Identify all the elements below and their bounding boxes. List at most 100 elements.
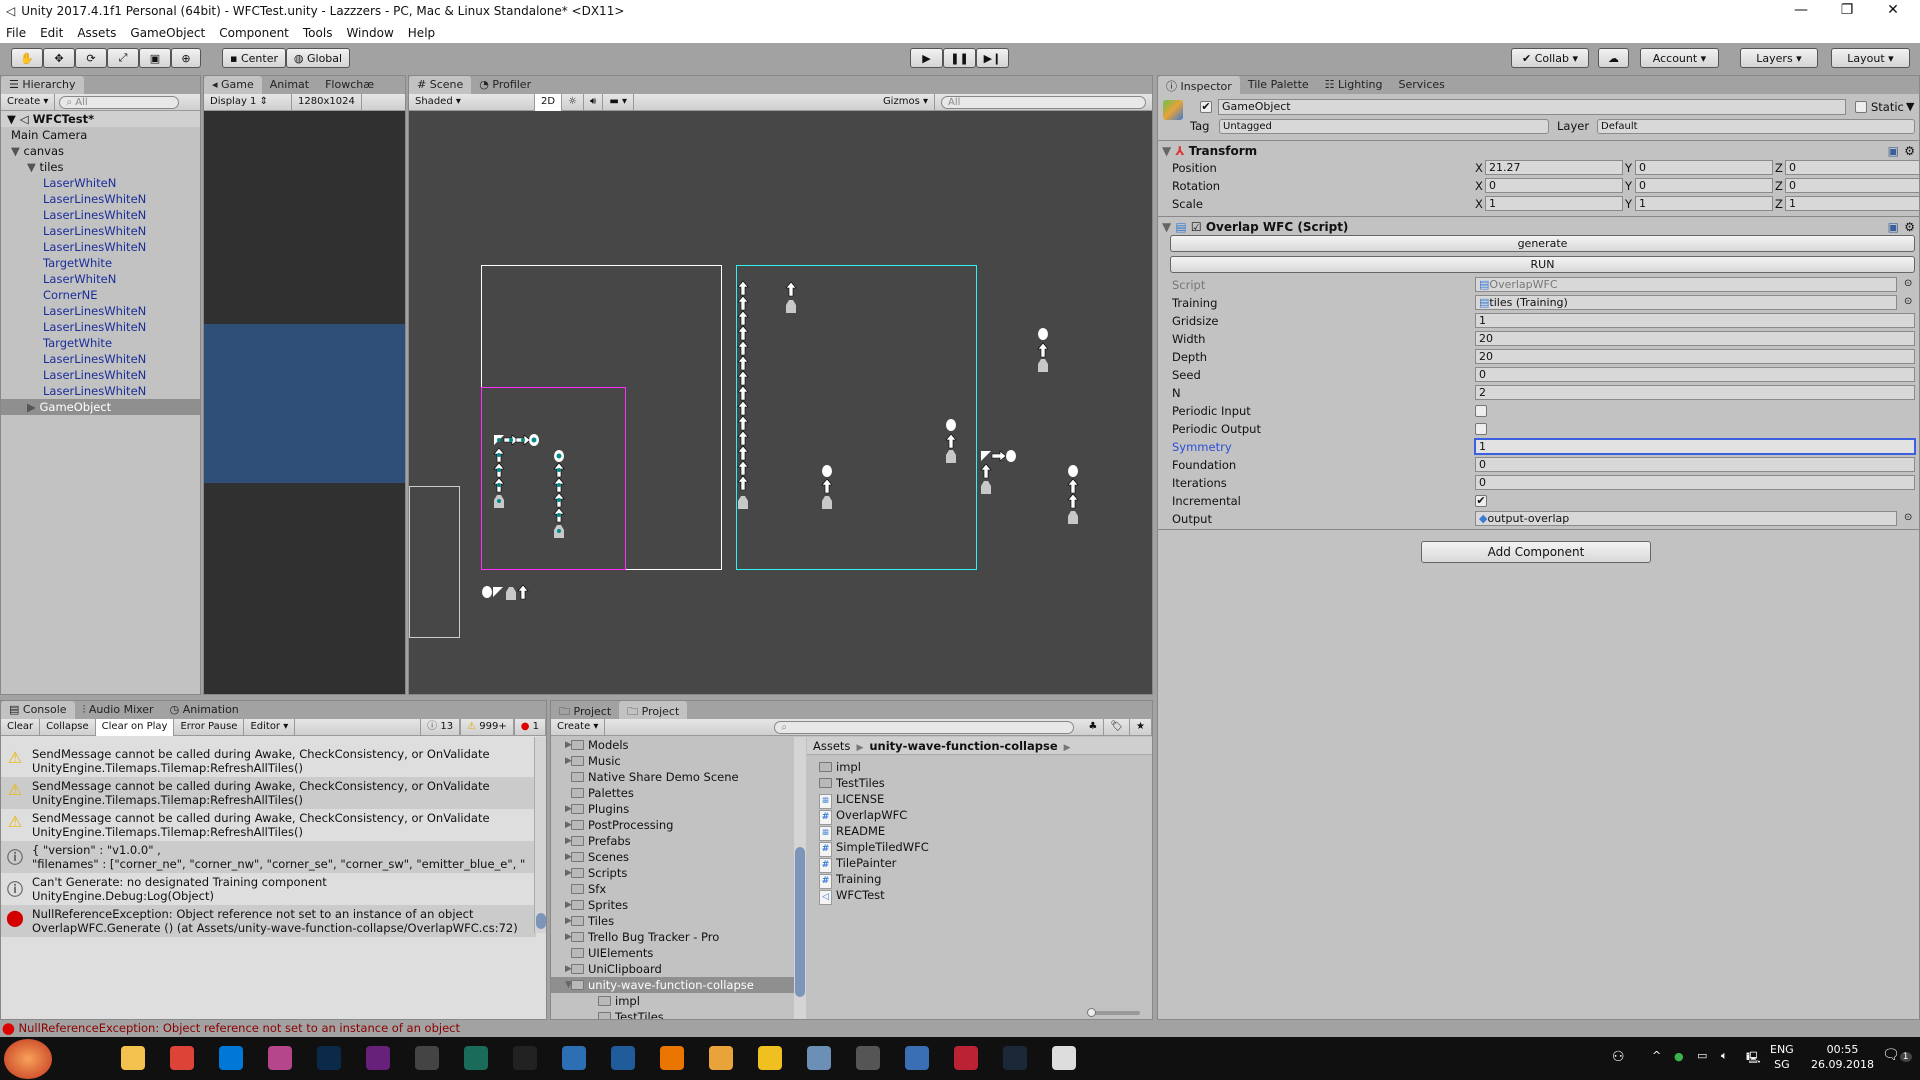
project-folder-item[interactable]: ▶ Models [551, 737, 794, 753]
start-button[interactable] [4, 1039, 52, 1079]
hierarchy-item[interactable]: LaserLinesWhiteN [1, 367, 200, 383]
hierarchy-item[interactable]: LaserLinesWhiteN [1, 351, 200, 367]
account-button[interactable]: Account ▾ [1640, 48, 1719, 68]
symmetry-input[interactable]: 1 [1475, 439, 1915, 454]
store-icon[interactable] [219, 1046, 243, 1070]
clear-on-play-button[interactable]: Clear on Play [95, 718, 175, 736]
tab-profiler[interactable]: ◔ Profiler [471, 76, 539, 94]
gizmos-dropdown[interactable]: Gizmos ▾ [877, 93, 935, 111]
foldout-arrow-icon[interactable]: ▼ [1162, 220, 1175, 234]
minimize-button[interactable]: — [1778, 2, 1824, 18]
console-entry[interactable]: ⓘ{ "version" : "v1.0.0" , "filenames" : … [1, 841, 536, 873]
network-icon[interactable]: 🖳 [1746, 1049, 1761, 1068]
app-icon[interactable] [856, 1046, 880, 1070]
menu-edit[interactable]: Edit [40, 26, 63, 40]
gridsize-input[interactable]: 1 [1475, 313, 1915, 328]
task-view-icon[interactable] [72, 1046, 96, 1070]
project-asset-item[interactable]: # Training [819, 871, 1152, 889]
rect-tool-button[interactable]: ▣ [139, 48, 171, 68]
menu-tools[interactable]: Tools [303, 26, 333, 40]
hierarchy-item[interactable]: LaserLinesWhiteN [1, 303, 200, 319]
object-picker-icon[interactable]: ⊙ [1904, 278, 1912, 289]
project-search-input[interactable]: ⌕ [774, 720, 1075, 734]
warn-count-toggle[interactable]: ⚠ 999+ [460, 718, 514, 736]
transform-header[interactable]: ▼ ⅄ Transform ▣ ⚙ [1158, 140, 1919, 160]
project-folder-item[interactable]: ▶ Sprites [551, 897, 794, 913]
tab-animat[interactable]: Animat [262, 76, 317, 94]
effects-toggle-icon[interactable]: ▬ ▾ [603, 93, 634, 111]
help-icon[interactable]: ▣ [1888, 220, 1899, 234]
tab-animation[interactable]: ◷ Animation [162, 701, 247, 719]
app-icon[interactable] [709, 1046, 733, 1070]
tab-project[interactable]: 🗀 Project [551, 701, 619, 719]
output-object-field[interactable]: ◆output-overlap [1475, 511, 1897, 526]
hierarchy-item[interactable]: ▶ GameObject [1, 399, 200, 415]
tab-lighting[interactable]: ☷ Lighting [1317, 76, 1391, 94]
console-entry[interactable]: ⚠ SendMessage cannot be called during Awa… [1, 809, 536, 841]
clear-button[interactable]: Clear [1, 718, 41, 736]
clock[interactable]: 00:55 26.09.2018 [1805, 1042, 1880, 1072]
collapse-arrow-icon[interactable]: ▶ [565, 865, 572, 881]
project-asset-item[interactable]: ≡ LICENSE [819, 791, 1152, 809]
pause-button[interactable]: ❚❚ [943, 48, 976, 68]
filter-type-icon[interactable]: ♣ [1082, 718, 1105, 736]
menu-assets[interactable]: Assets [77, 26, 116, 40]
rotation-x-input[interactable]: 0 [1485, 178, 1623, 193]
project-folder-item[interactable]: TestTiles [551, 1009, 794, 1019]
object-name-input[interactable]: GameObject [1218, 99, 1846, 115]
favorites-icon[interactable]: ★ [1130, 718, 1152, 736]
app-icon[interactable] [513, 1046, 537, 1070]
tab-hierarchy[interactable]: ☰ Hierarchy [1, 76, 84, 94]
project-folder-item[interactable]: Sfx [551, 881, 794, 897]
blender-icon[interactable] [660, 1046, 684, 1070]
project-asset-item[interactable]: # TilePainter [819, 855, 1152, 873]
settings-gear-icon[interactable]: ⚙ [1904, 220, 1915, 234]
static-checkbox[interactable] [1855, 101, 1867, 113]
project-tree-scrollbar[interactable] [794, 737, 806, 1019]
collapse-arrow-icon[interactable]: ▶ [565, 833, 572, 849]
scale-tool-button[interactable]: ⤢ [107, 48, 139, 68]
maximize-button[interactable]: ❐ [1824, 2, 1870, 18]
collapse-arrow-icon[interactable]: ▶ [565, 753, 572, 769]
object-picker-icon[interactable]: ⊙ [1904, 296, 1912, 307]
static-dropdown-icon[interactable]: ▼ [1906, 100, 1914, 113]
error-pause-button[interactable]: Error Pause [174, 718, 245, 736]
cloud-button[interactable]: ☁ [1598, 48, 1629, 68]
collapse-arrow-icon[interactable]: ▶ [565, 961, 572, 977]
console-entry[interactable]: ⚠ SendMessage cannot be called during Awa… [1, 745, 536, 777]
collab-button[interactable]: ✔ Collab ▾ [1511, 48, 1589, 68]
play-button[interactable]: ▶ [910, 48, 943, 68]
help-icon[interactable]: ▣ [1888, 144, 1899, 158]
app-icon[interactable] [807, 1046, 831, 1070]
error-count-toggle[interactable]: ● 1 [513, 718, 546, 736]
hierarchy-item[interactable]: LaserWhiteN [1, 271, 200, 287]
language-indicator[interactable]: ENG SG [1770, 1042, 1794, 1072]
tab-tile-palette[interactable]: Tile Palette [1240, 76, 1317, 94]
app-icon[interactable] [954, 1046, 978, 1070]
app-icon[interactable] [611, 1046, 635, 1070]
audio-toggle-icon[interactable]: 🔊︎ [584, 93, 604, 111]
resolution-dropdown[interactable]: 1280x1024 [292, 93, 362, 111]
expand-arrow-icon[interactable]: ▼ [11, 144, 24, 158]
people-icon[interactable]: ⚇ [1612, 1049, 1625, 1065]
tab-project[interactable]: 🗀 Project [619, 701, 688, 719]
rotate-tool-button[interactable]: ⟳ [75, 48, 107, 68]
scale-z-input[interactable]: 1 [1785, 196, 1920, 211]
run-button[interactable]: RUN [1170, 256, 1915, 273]
editor-button[interactable]: Editor ▾ [244, 718, 296, 736]
tag-dropdown[interactable]: Untagged [1219, 119, 1549, 134]
script-component-header[interactable]: ▼ ▤ ☑ Overlap WFC (Script) ▣ ⚙ [1158, 216, 1919, 236]
position-z-input[interactable]: 0 [1785, 160, 1920, 175]
project-folder-item[interactable]: ▶ Trello Bug Tracker - Pro [551, 929, 794, 945]
periodic-output-checkbox[interactable] [1475, 423, 1487, 435]
position-x-input[interactable]: 21.27 [1485, 160, 1623, 175]
hierarchy-item[interactable]: Main Camera [1, 127, 200, 143]
project-folder-item[interactable]: Palettes [551, 785, 794, 801]
close-button[interactable]: ✕ [1870, 2, 1916, 18]
layout-dropdown[interactable]: Layout ▾ [1831, 48, 1910, 68]
iterations-input[interactable]: 0 [1475, 475, 1915, 490]
training-object-field[interactable]: ▤tiles (Training) [1475, 295, 1897, 310]
project-folder-item[interactable]: ▶ Music [551, 753, 794, 769]
project-folder-item[interactable]: ▶ Plugins [551, 801, 794, 817]
move-tool-button[interactable]: ✥ [43, 48, 75, 68]
